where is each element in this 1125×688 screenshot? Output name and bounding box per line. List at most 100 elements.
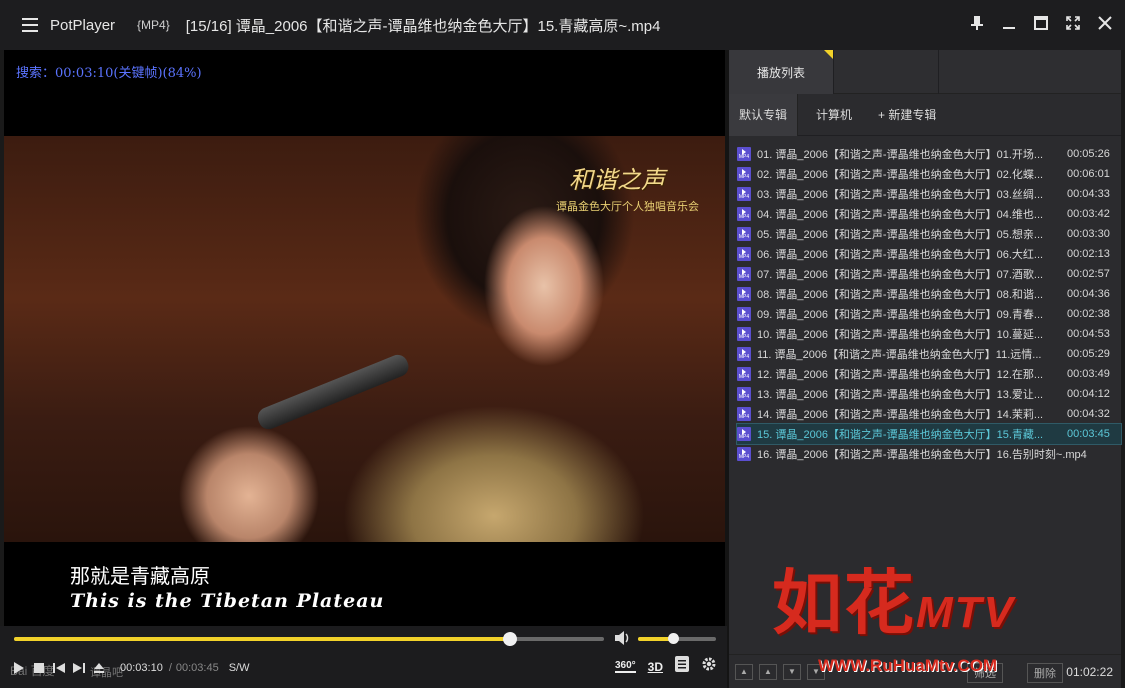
playlist-item-duration: 00:04:32 (1067, 408, 1110, 420)
playlist-item[interactable]: MP4 03. 谭晶_2006【和谐之声-谭晶维也纳金色大厅】03.丝绸... 00… (737, 184, 1121, 204)
playlist-item[interactable]: MP4 13. 谭晶_2006【和谐之声-谭晶维也纳金色大厅】13.爱让... 00… (737, 384, 1121, 404)
playlist-item-name: 12. 谭晶_2006【和谐之声-谭晶维也纳金色大厅】12.在那... (757, 369, 1044, 381)
mp4-file-icon: MP4 (737, 447, 751, 461)
playlist-item[interactable]: MP4 09. 谭晶_2006【和谐之声-谭晶维也纳金色大厅】09.青春... 00… (737, 304, 1121, 324)
stop-icon[interactable] (30, 660, 48, 676)
vr-360-button[interactable]: 360° (614, 660, 636, 673)
tab-blank-2 (939, 50, 1121, 94)
seek-bar[interactable] (14, 632, 604, 646)
playlist-item-duration: 00:02:38 (1067, 308, 1110, 320)
playlist-item-name: 14. 谭晶_2006【和谐之声-谭晶维也纳金色大厅】14.茉莉... (757, 409, 1044, 421)
eject-icon[interactable] (90, 660, 108, 676)
mp4-file-icon: MP4 (737, 287, 751, 301)
volume-slider-thumb[interactable] (668, 633, 680, 644)
mp4-file-icon: MP4 (737, 407, 751, 421)
control-bar: Bai 百度 谭晶吧 00:03:10 / 00:03:45 S/W 360° … (0, 626, 727, 688)
playlist-item-name: 08. 谭晶_2006【和谐之声-谭晶维也纳金色大厅】08.和谐... (757, 289, 1044, 301)
minimize-icon[interactable] (999, 12, 1019, 34)
delete-button[interactable]: 删除 (1027, 663, 1063, 683)
video-frame (4, 136, 725, 542)
playlist-item[interactable]: MP4 15. 谭晶_2006【和谐之声-谭晶维也纳金色大厅】15.青藏... 00… (736, 423, 1122, 445)
fullscreen-icon[interactable] (1063, 12, 1083, 34)
mp4-file-icon: MP4 (737, 307, 751, 321)
album-tab-computer[interactable]: 计算机 (806, 94, 862, 136)
playlist-item[interactable]: MP4 07. 谭晶_2006【和谐之声-谭晶维也纳金色大厅】07.酒歌... 00… (737, 264, 1121, 284)
playlist-item-duration: 00:04:53 (1067, 328, 1110, 340)
mp4-file-icon: MP4 (737, 247, 751, 261)
microphone-image (254, 351, 412, 433)
playlist-item-name: 16. 谭晶_2006【和谐之声-谭晶维也纳金色大厅】16.告别时刻~.mp4 (757, 449, 1087, 461)
move-down-icon[interactable]: ▼ (783, 663, 801, 680)
playlist-item-duration: 00:03:42 (1067, 208, 1110, 220)
seek-osd-text: 搜索：00:03:10(关键帧)(84%) (16, 66, 202, 81)
ruhua-watermark-mtv: MTV (916, 588, 1015, 637)
playlist-item[interactable]: MP4 14. 谭晶_2006【和谐之声-谭晶维也纳金色大厅】14.茉莉... 00… (737, 404, 1121, 424)
seek-bar-thumb[interactable] (502, 632, 517, 646)
subtitle-english: This is the Tibetan Plateau (70, 590, 385, 612)
mp4-file-icon: MP4 (737, 367, 751, 381)
playlist-total-time: 01:02:22 (1066, 665, 1113, 679)
playlist-item[interactable]: MP4 10. 谭晶_2006【和谐之声-谭晶维也纳金色大厅】10.蔓延... 00… (737, 324, 1121, 344)
move-up-icon[interactable]: ▲ (759, 663, 777, 680)
prev-icon[interactable] (50, 660, 68, 676)
mp4-file-icon: MP4 (737, 267, 751, 281)
album-tab-default[interactable]: 默认专辑 (729, 93, 799, 136)
ruhua-watermark-url: WWW.RuHuaMtv.COM (818, 656, 998, 675)
playlist-item-duration: 00:03:30 (1067, 228, 1110, 240)
playlist-item-name: 04. 谭晶_2006【和谐之声-谭晶维也纳金色大厅】04.维也... (757, 209, 1044, 221)
playlist-item[interactable]: MP4 12. 谭晶_2006【和谐之声-谭晶维也纳金色大厅】12.在那... 00… (737, 364, 1121, 384)
menu-icon[interactable] (22, 18, 38, 32)
move-top-icon[interactable]: ▲ (735, 663, 753, 680)
mp4-file-icon: MP4 (737, 427, 751, 441)
mp4-file-icon: MP4 (737, 347, 751, 361)
playlist-item[interactable]: MP4 02. 谭晶_2006【和谐之声-谭晶维也纳金色大厅】02.化蝶... 00… (737, 164, 1121, 184)
volume-slider[interactable] (638, 633, 716, 644)
playlist-item-name: 06. 谭晶_2006【和谐之声-谭晶维也纳金色大厅】06.大红... (757, 249, 1044, 261)
playlist-item[interactable]: MP4 01. 谭晶_2006【和谐之声-谭晶维也纳金色大厅】01.开场... 00… (737, 144, 1121, 164)
playlist-list: MP4 01. 谭晶_2006【和谐之声-谭晶维也纳金色大厅】01.开场... 00… (736, 144, 1122, 464)
playlist-item[interactable]: MP4 16. 谭晶_2006【和谐之声-谭晶维也纳金色大厅】16.告别时刻~.m… (737, 444, 1121, 464)
close-icon[interactable] (1095, 12, 1115, 34)
playlist-item-name: 01. 谭晶_2006【和谐之声-谭晶维也纳金色大厅】01.开场... (757, 149, 1044, 161)
mp4-file-icon: MP4 (737, 327, 751, 341)
3d-button[interactable]: 3D (648, 660, 663, 674)
app-name[interactable]: PotPlayer (50, 17, 115, 34)
album-tab-new[interactable]: + 新建专辑 (868, 94, 946, 136)
playlist-item-duration: 00:04:12 (1067, 388, 1110, 400)
tab-playlist[interactable]: 播放列表 (729, 50, 834, 94)
playlist-item[interactable]: MP4 08. 谭晶_2006【和谐之声-谭晶维也纳金色大厅】08.和谐... 00… (737, 284, 1121, 304)
title-bar: PotPlayer {MP4} [15/16] 谭晶_2006【和谐之声-谭晶维… (0, 0, 1125, 50)
play-icon[interactable] (10, 660, 28, 676)
playlist-item-name: 15. 谭晶_2006【和谐之声-谭晶维也纳金色大厅】15.青藏... (757, 429, 1044, 441)
playlist-item-name: 11. 谭晶_2006【和谐之声-谭晶维也纳金色大厅】11.远情... (757, 349, 1042, 361)
playlist-icon[interactable] (675, 656, 689, 677)
playlist-item[interactable]: MP4 11. 谭晶_2006【和谐之声-谭晶维也纳金色大厅】11.远情... 00… (737, 344, 1121, 364)
mp4-file-icon: MP4 (737, 387, 751, 401)
subtitle-chinese: 那就是青藏高原 (70, 564, 210, 588)
file-title: [15/16] 谭晶_2006【和谐之声-谭晶维也纳金色大厅】15.青藏高原~.… (185, 17, 661, 35)
playlist-item[interactable]: MP4 06. 谭晶_2006【和谐之声-谭晶维也纳金色大厅】06.大红... 00… (737, 244, 1121, 264)
next-icon[interactable] (70, 660, 88, 676)
playlist-item-duration: 00:05:29 (1067, 348, 1110, 360)
playlist-item-duration: 00:04:33 (1067, 188, 1110, 200)
pin-icon[interactable] (967, 12, 987, 34)
concert-logo-sub: 谭晶金色大厅个人独唱音乐会 (556, 201, 699, 213)
time-total[interactable]: 00:03:45 (176, 662, 219, 674)
settings-icon[interactable] (701, 656, 717, 677)
mp4-file-icon: MP4 (737, 207, 751, 221)
mp4-file-icon: MP4 (737, 227, 751, 241)
video-viewport[interactable]: 搜索：00:03:10(关键帧)(84%) 和谐之声 谭晶金色大厅个人独唱音乐会… (4, 50, 725, 626)
playlist-item-duration: 00:05:26 (1067, 148, 1110, 160)
codec-label[interactable]: S/W (229, 662, 250, 674)
volume-icon[interactable] (614, 630, 632, 646)
maximize-icon[interactable] (1031, 12, 1051, 34)
seek-bar-fill (14, 637, 510, 641)
mp4-file-icon: MP4 (737, 147, 751, 161)
file-type-label: {MP4} (137, 18, 170, 32)
playlist-item-name: 02. 谭晶_2006【和谐之声-谭晶维也纳金色大厅】02.化蝶... (757, 169, 1044, 181)
playlist-item[interactable]: MP4 04. 谭晶_2006【和谐之声-谭晶维也纳金色大厅】04.维也... 00… (737, 204, 1121, 224)
playlist-item-duration: 00:04:36 (1067, 288, 1110, 300)
playlist-item[interactable]: MP4 05. 谭晶_2006【和谐之声-谭晶维也纳金色大厅】05.想亲... 00… (737, 224, 1121, 244)
playlist-item-name: 03. 谭晶_2006【和谐之声-谭晶维也纳金色大厅】03.丝绸... (757, 189, 1044, 201)
tab-blank-1[interactable] (834, 50, 939, 94)
